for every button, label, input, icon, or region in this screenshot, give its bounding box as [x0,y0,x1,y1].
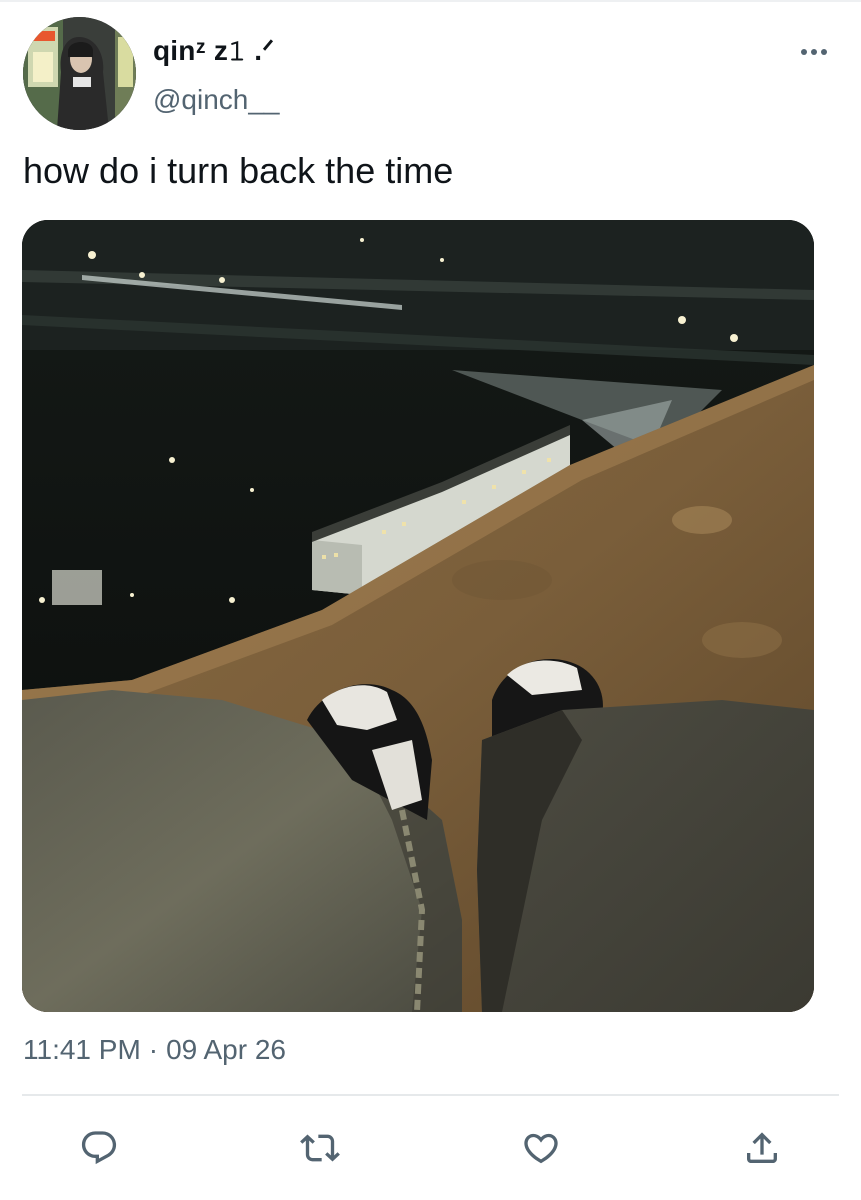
display-name[interactable]: qinᶻ z𝟷 .ᐟ [153,34,274,68]
like-button[interactable] [519,1126,563,1170]
tweet-timestamp[interactable]: 11:41 PM · 09 Apr 26 [23,1034,286,1066]
user-handle[interactable]: @qinch__ [153,84,280,116]
photo-city-night-ledge [22,220,814,1012]
like-icon [524,1133,558,1164]
tweet-date: 09 Apr 26 [166,1034,286,1065]
more-horizontal-icon-dot [821,49,827,55]
avatar-image [23,17,136,130]
actions-divider [22,1094,839,1096]
more-horizontal-icon [801,49,807,55]
timestamp-separator: · [148,1034,159,1065]
share-icon [747,1132,777,1163]
tweet-time: 11:41 PM [23,1034,141,1065]
share-button[interactable] [740,1126,784,1170]
reply-icon [81,1131,117,1165]
top-divider [0,0,861,2]
more-options-button[interactable] [794,40,834,64]
tweet-photo[interactable] [22,220,814,1012]
retweet-icon [300,1134,340,1162]
tweet-text: how do i turn back the time [23,150,454,191]
reply-button[interactable] [77,1126,121,1170]
avatar[interactable] [23,17,136,130]
retweet-button[interactable] [298,1126,342,1170]
more-horizontal-icon-dot [811,49,817,55]
